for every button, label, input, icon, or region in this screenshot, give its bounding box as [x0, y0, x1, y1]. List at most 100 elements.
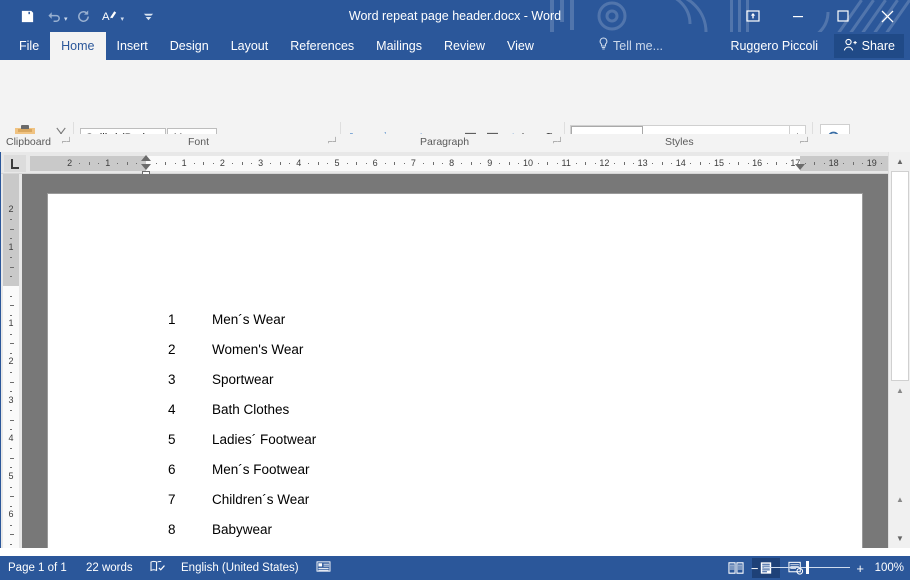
customize-qat-icon[interactable]	[135, 3, 161, 29]
styles-dropdown-icon[interactable]: ▾	[121, 9, 125, 23]
document-row-number: 2	[168, 341, 176, 357]
page-count-label[interactable]: Page 1 of 1	[8, 556, 67, 580]
font-dialog-launcher[interactable]: ⌐┘	[328, 134, 338, 152]
vruler-tick	[10, 229, 14, 230]
ruler-tick	[824, 163, 825, 164]
tab-stop-selector[interactable]	[4, 155, 26, 172]
vruler-tick	[10, 305, 14, 306]
styles-dialog-launcher[interactable]: ⌐┘	[800, 134, 810, 152]
document-row[interactable]: 3 Sportwear	[168, 364, 768, 394]
title-bar: Word repeat page header.docx - Word ▾ A …	[0, 0, 910, 32]
document-row-text: Bath Clothes	[212, 401, 290, 417]
zoom-in-button[interactable]: +	[856, 561, 864, 576]
maximize-icon[interactable]	[820, 0, 865, 32]
document-canvas[interactable]: 1 Men´s Wear 2 Women's Wear 3 Sportwear 4 Bath …	[22, 174, 888, 548]
ruler-tick	[442, 163, 443, 164]
document-text-list[interactable]: 1 Men´s Wear 2 Women's Wear 3 Sportwear 4 Bath …	[168, 304, 768, 544]
document-row[interactable]: 1 Men´s Wear	[168, 304, 768, 334]
document-row[interactable]: 5 Ladies´ Footwear	[168, 424, 768, 454]
vruler-number: 2	[8, 356, 14, 367]
document-row[interactable]: 6 Men´s Footwear	[168, 454, 768, 484]
document-row[interactable]: 2 Women's Wear	[168, 334, 768, 364]
ruler-tick	[786, 163, 787, 164]
tab-home[interactable]: Home	[50, 32, 106, 60]
zoom-controls: − +	[751, 556, 864, 580]
vruler-tick	[10, 525, 12, 526]
vruler-tick	[10, 382, 14, 383]
read-mode-view-button[interactable]	[722, 558, 750, 578]
tab-insert[interactable]: Insert	[106, 32, 159, 60]
vruler-tick	[10, 544, 12, 545]
paragraph-dialog-launcher[interactable]: ⌐┘	[553, 134, 563, 152]
tab-file[interactable]: File	[8, 32, 50, 60]
vertical-ruler[interactable]: 2 1 1 2 3 4 5 6	[0, 174, 22, 548]
vruler-tick	[10, 534, 14, 535]
ruler-tick	[327, 163, 328, 164]
ribbon-display-options-icon[interactable]	[730, 0, 775, 32]
minimize-icon[interactable]	[775, 0, 820, 32]
undo-dropdown-icon[interactable]: ▾	[64, 9, 68, 23]
document-row-text: Sportwear	[212, 371, 274, 387]
macro-recording-icon[interactable]	[316, 556, 331, 580]
tab-view[interactable]: View	[496, 32, 545, 60]
group-label-styles: Styles	[665, 136, 694, 148]
document-row[interactable]: 4 Bath Clothes	[168, 394, 768, 424]
ruler-tick	[690, 163, 691, 164]
document-page[interactable]: 1 Men´s Wear 2 Women's Wear 3 Sportwear 4 Bath …	[48, 194, 862, 548]
hanging-indent-marker[interactable]	[141, 164, 151, 170]
document-row-number: 6	[168, 461, 176, 477]
document-row-text: Men´s Wear	[212, 311, 286, 327]
ruler-tick	[433, 162, 434, 165]
group-label-clipboard: Clipboard	[6, 136, 51, 148]
vruler-number: 1	[8, 318, 14, 329]
save-icon[interactable]	[14, 3, 40, 29]
ruler-tick	[175, 163, 176, 164]
ruler-tick	[652, 163, 653, 164]
ruler-number: 16	[752, 158, 763, 168]
language-label[interactable]: English (United States)	[181, 556, 299, 580]
document-row-number: 7	[168, 491, 176, 507]
user-account-name[interactable]: Ruggero Piccoli	[730, 32, 818, 60]
clipboard-dialog-launcher[interactable]: ⌐┘	[62, 134, 72, 152]
ruler-number: 10	[522, 158, 533, 168]
tab-layout[interactable]: Layout	[220, 32, 280, 60]
redo-icon[interactable]	[71, 3, 97, 29]
tab-design[interactable]: Design	[159, 32, 220, 60]
zoom-out-button[interactable]: −	[751, 561, 759, 576]
scroll-split-icon[interactable]: ▲	[891, 383, 909, 397]
zoom-slider[interactable]	[764, 556, 851, 580]
ruler-tick	[79, 163, 80, 164]
vruler-tick	[10, 296, 12, 297]
scroll-down-icon[interactable]: ▼	[891, 529, 909, 547]
scrollbar-thumb[interactable]	[891, 171, 909, 381]
document-row[interactable]: 7 Children´s Wear	[168, 484, 768, 514]
ruler-number: 18	[828, 158, 839, 168]
tell-me-search[interactable]: Tell me...	[598, 32, 663, 60]
vruler-tick	[10, 267, 14, 268]
ruler-tick	[814, 162, 815, 165]
zoom-slider-thumb[interactable]	[806, 561, 810, 574]
document-row-text: Men´s Footwear	[212, 461, 310, 477]
right-indent-marker[interactable]	[795, 164, 805, 170]
close-icon[interactable]	[865, 0, 910, 32]
document-row[interactable]: 8 Babywear	[168, 514, 768, 544]
ruler-tick	[366, 163, 367, 164]
group-label-paragraph: Paragraph	[420, 136, 470, 148]
vruler-number: 5	[8, 471, 14, 481]
vruler-tick	[10, 506, 12, 507]
vertical-scrollbar[interactable]: ▲ ▲ ▲ ▼	[888, 152, 910, 548]
scroll-page-up-icon[interactable]: ▲	[891, 492, 909, 506]
share-button[interactable]: Share	[833, 34, 904, 58]
zoom-level-label[interactable]: 100%	[875, 556, 904, 580]
vruler-tick	[10, 487, 12, 488]
first-line-indent-marker[interactable]	[141, 155, 151, 161]
ruler-tick	[136, 163, 137, 164]
proofing-status-icon[interactable]	[150, 556, 165, 580]
scroll-up-icon[interactable]: ▲	[891, 152, 909, 170]
tab-mailings[interactable]: Mailings	[365, 32, 433, 60]
vruler-number: 3	[8, 394, 14, 405]
word-count-label[interactable]: 22 words	[86, 556, 133, 580]
tab-references[interactable]: References	[279, 32, 365, 60]
horizontal-ruler[interactable]: 2 1 1 2 3 4 5 6 7 8 9 10 11 12 13 14 15 16 17 18 19	[30, 155, 888, 176]
tab-review[interactable]: Review	[433, 32, 496, 60]
